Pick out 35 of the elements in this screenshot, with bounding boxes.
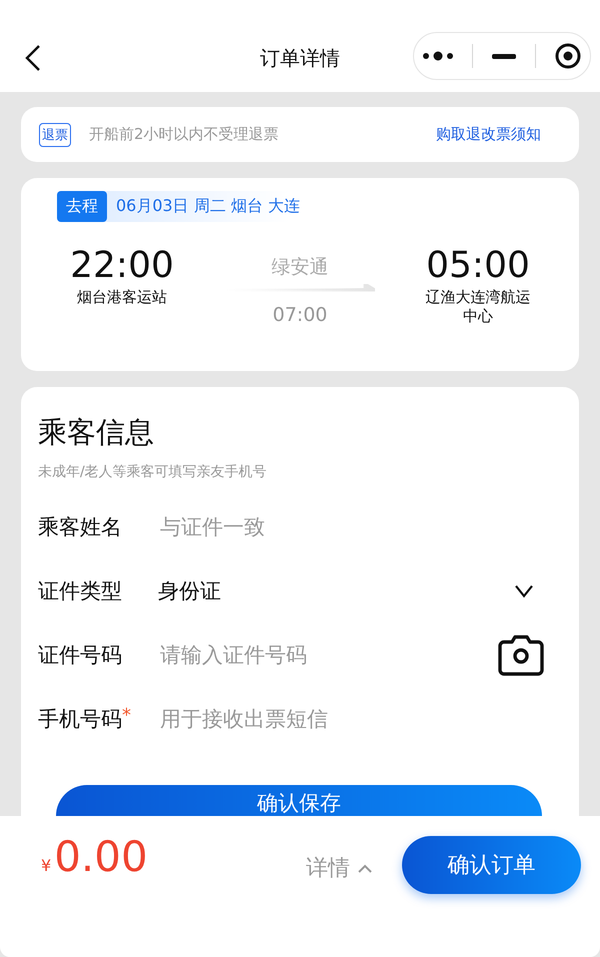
currency-symbol: ¥ [41,856,52,875]
vessel-name: 绿安通 [272,255,328,280]
departure-port: 烟台港客运站 [76,288,168,307]
input-field[interactable]: 请输入证件号码 [158,642,497,668]
total-price: 0.00 [54,836,148,878]
arrival-port: 辽渔大连湾航运中心 [424,288,532,326]
camera-icon[interactable] [497,634,545,676]
input-field[interactable]: 用于接收出票短信 [158,706,560,732]
chevron-up-icon [358,864,372,872]
departure-time: 22:00 [70,244,174,288]
chevron-down-icon [514,584,534,598]
confirm-order-button[interactable]: 确认订单 [402,836,581,894]
required-mark: * [122,705,131,726]
id-type-select[interactable]: 身份证 [158,577,514,605]
close-icon[interactable] [554,43,581,69]
back-icon[interactable] [24,44,42,72]
details-button[interactable]: 详情 [306,853,372,883]
hint-text: 未成年/老人等乘客可填写亲友手机号 [38,463,268,481]
minimize-icon[interactable] [492,54,516,58]
trip-summary: 06月03日 周二 烟台 大连 [115,195,300,217]
save-button[interactable]: 确认保存 [56,785,542,816]
direction-tag: 去程 [57,191,107,222]
refund-tag: 退票 [39,122,71,146]
arrival-time: 05:00 [426,244,530,288]
section-title: 乘客信息 [38,414,155,451]
duration: 07:00 [272,304,328,326]
refund-rules-link[interactable]: 购取退改票须知 [436,125,541,144]
page-title: 订单详情 [260,46,340,70]
field-label: 证件号码 [38,642,122,669]
notice-text: 开船前2小时以内不受理退票 [89,125,280,144]
more-icon[interactable] [423,51,454,61]
field-label: 证件类型 [38,578,122,605]
field-label: 乘客姓名 [38,514,122,541]
input-field[interactable]: 与证件一致 [158,514,560,540]
field-label: 手机号码 [38,706,122,733]
